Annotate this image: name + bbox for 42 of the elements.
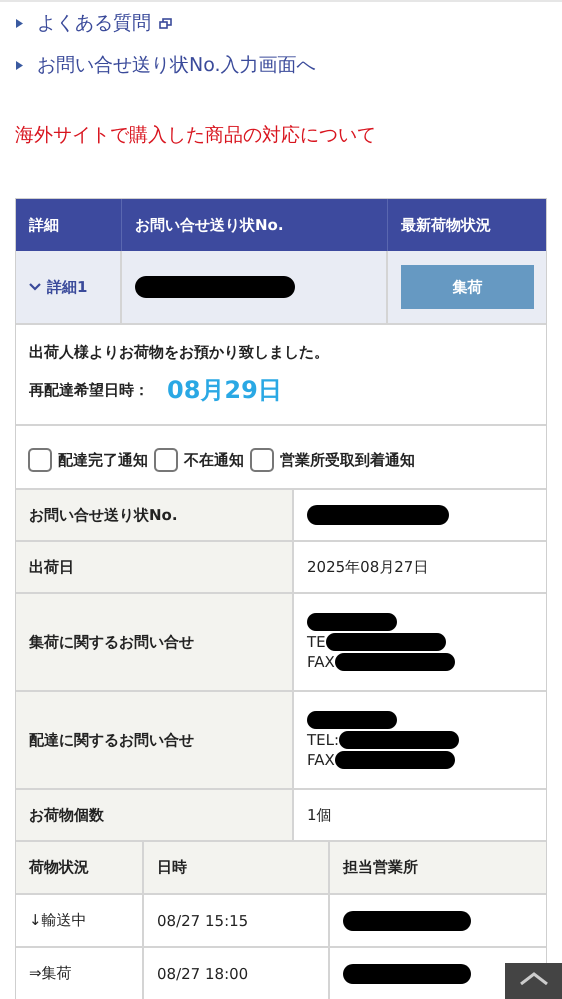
field-value: 2025年08月27日 <box>307 558 428 576</box>
contact-line: FAX <box>307 751 335 769</box>
checkbox[interactable] <box>154 448 178 472</box>
status-message: 出荷人様よりお荷物をお預かり致しました。 <box>29 343 330 362</box>
bullet-icon <box>16 60 23 70</box>
redelivery-label: 再配達希望日時： <box>29 380 149 400</box>
notification-checkbox[interactable]: 営業所受取到着通知 <box>250 448 415 472</box>
detail-toggle[interactable]: 詳細1 <box>29 278 88 296</box>
column-header: 日時 <box>157 858 187 877</box>
contact-line: TE <box>307 633 326 651</box>
notification-checkbox[interactable]: 配達完了通知 <box>28 448 148 472</box>
field-label: 配達に関するお問い合せ <box>29 730 194 750</box>
table-cell: ⇒集荷 <box>29 964 72 983</box>
field-value: 1個 <box>307 806 332 824</box>
link[interactable]: お問い合せ送り状No.入力画面へ <box>37 52 316 78</box>
link[interactable]: よくある質問 <box>37 10 172 36</box>
checkbox[interactable] <box>28 448 52 472</box>
column-header: お問い合せ送り状No. <box>122 199 388 251</box>
field-label: 出荷日 <box>29 558 74 576</box>
notification-checkbox[interactable]: 不在通知 <box>154 448 244 472</box>
bullet-icon <box>16 18 23 28</box>
table-cell: ↓輸送中 <box>29 911 87 930</box>
column-header: 詳細 <box>16 199 122 251</box>
checkbox-label: 営業所受取到着通知 <box>280 450 415 470</box>
back-to-top-button[interactable] <box>505 963 562 999</box>
column-header: 担当営業所 <box>343 858 418 877</box>
checkbox[interactable] <box>250 448 274 472</box>
field-label: お問い合せ送り状No. <box>29 506 178 524</box>
table-cell: 08/27 15:15 <box>157 912 248 930</box>
notice-link[interactable]: 海外サイトで購入した商品の対応について <box>0 78 562 148</box>
column-header: 荷物状況 <box>29 858 89 877</box>
checkbox-label: 不在通知 <box>184 450 244 470</box>
redelivery-date: 08月29日 <box>167 375 282 406</box>
chevron-icon <box>29 283 41 291</box>
chevron-up-icon <box>518 971 548 985</box>
contact-line: FAX <box>307 653 335 671</box>
table-cell: 08/27 18:00 <box>157 964 248 982</box>
field-label: お荷物個数 <box>29 806 104 824</box>
checkbox-label: 配達完了通知 <box>58 450 148 470</box>
contact-line: TEL: <box>307 731 340 749</box>
column-header: 最新荷物状況 <box>388 199 546 251</box>
field-label: 集荷に関するお問い合せ <box>29 632 194 652</box>
